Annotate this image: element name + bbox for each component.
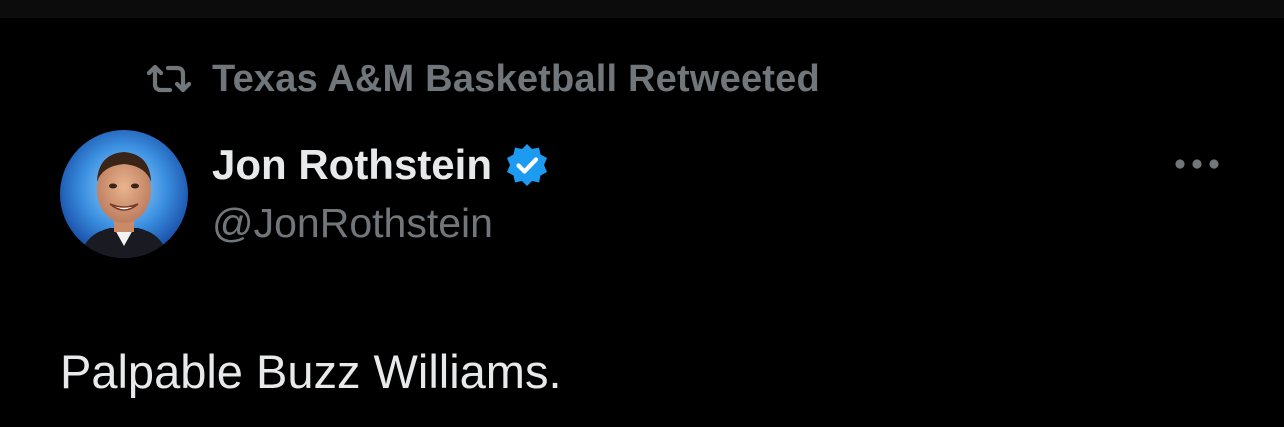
retweet-label: Texas A&M Basketball Retweeted [212, 57, 820, 100]
tweet-text: Palpable Buzz Williams. [60, 345, 562, 398]
author-name-row[interactable]: Jon Rothstein [212, 140, 550, 190]
more-options-button[interactable] [1172, 148, 1222, 180]
more-options-icon [1175, 159, 1219, 169]
author-display-name[interactable]: Jon Rothstein [212, 141, 492, 189]
retweet-context[interactable]: Texas A&M Basketball Retweeted [146, 56, 820, 102]
top-divider [0, 0, 1284, 18]
verified-badge-icon[interactable] [504, 142, 550, 188]
author-handle[interactable]: @JonRothstein [212, 200, 493, 247]
avatar[interactable] [60, 130, 188, 258]
retweet-icon [146, 64, 192, 94]
